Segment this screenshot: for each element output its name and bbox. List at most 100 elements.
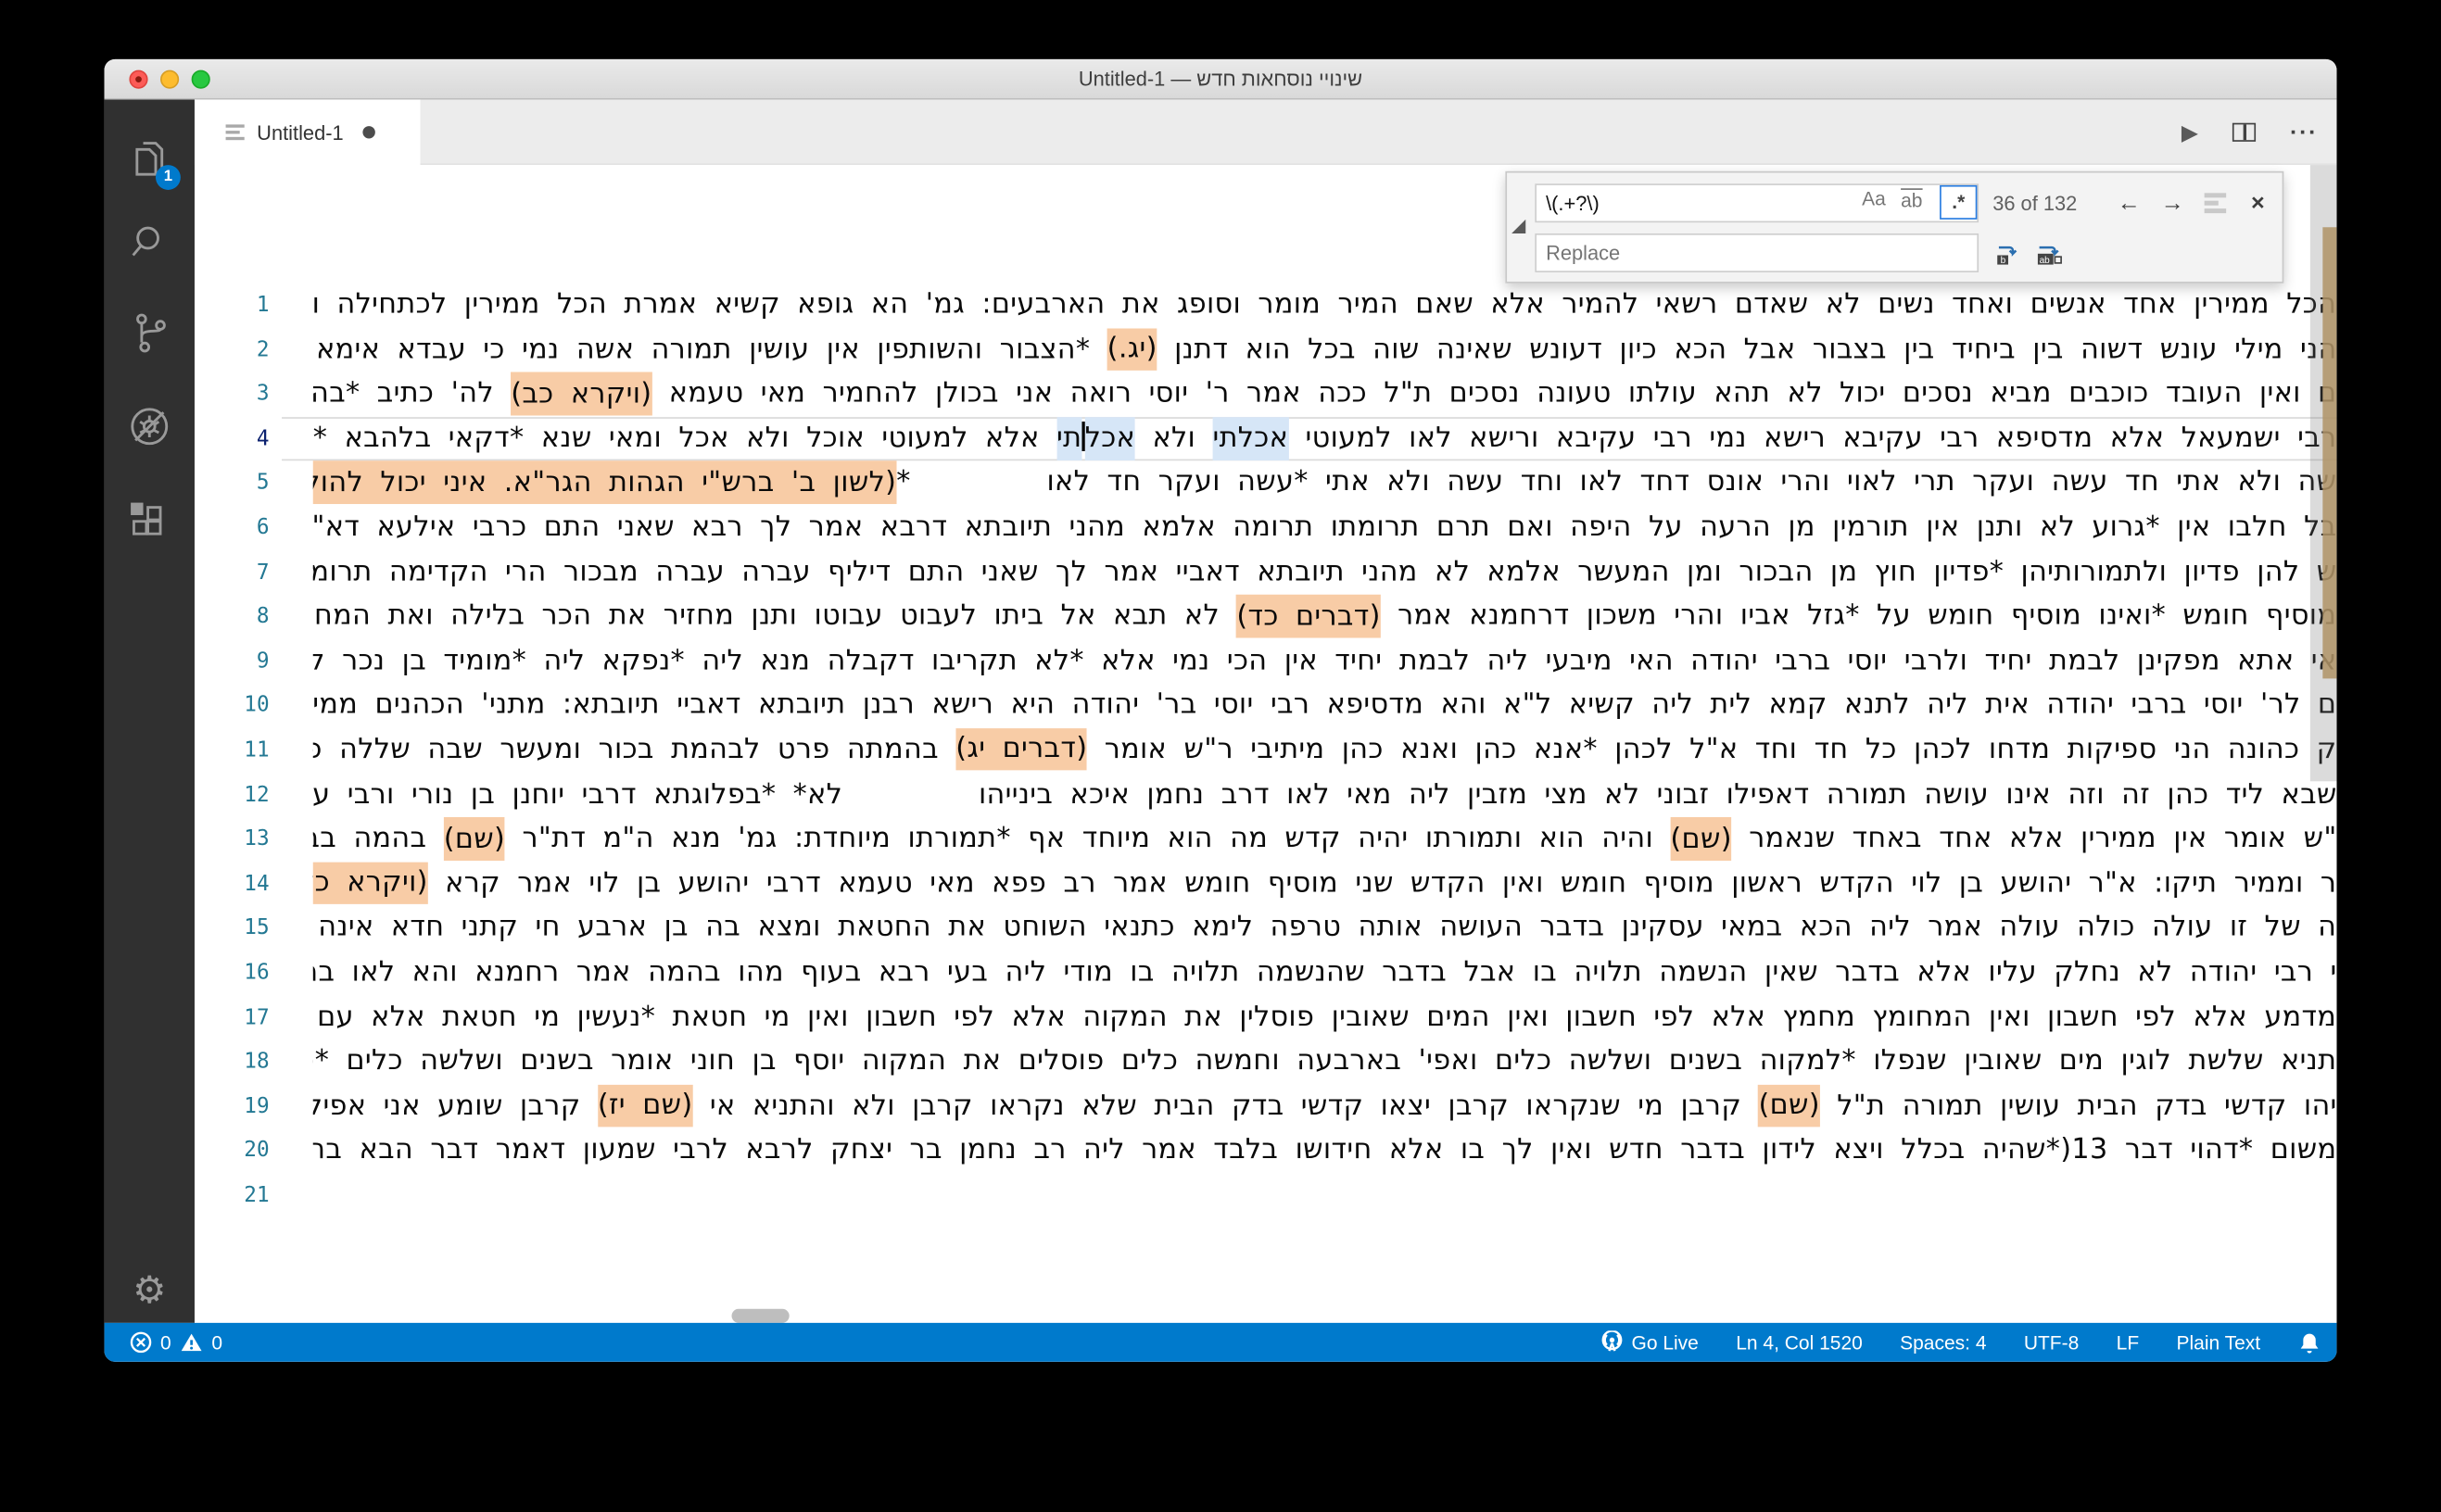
vscode-window: Untitled-1 — שינויי נוסחאות חדש 1 ⚙ Unti… [104,58,2337,1362]
find-widget: Aa ab .* 36 of 132 ← → × b ab [1505,170,2284,284]
next-match-icon[interactable]: → [2161,183,2184,222]
line-number: 16 [244,960,270,986]
match-case-icon[interactable]: Aa [1862,188,1886,210]
code-line[interactable]: משום *דהוי דבר 13(*שהיה בכלל ויצא לידון … [313,1128,2337,1173]
search-icon [132,226,159,257]
code-line[interactable]: ר וממיר תיקו: א"ר יהושע בן לוי הקדש ראשו… [312,862,2337,906]
file-icon [225,124,245,141]
code-line[interactable]: "ש אומר אין ממירין אלא אחד באחד שנאמר (ש… [313,817,2337,862]
more-actions-icon[interactable]: ··· [2290,120,2318,146]
find-results-count: 36 of 132 [1992,191,2078,215]
toggle-replace-icon[interactable] [1511,219,1526,233]
line-number: 3 [256,381,270,407]
editor[interactable]: 1 2 3 4 5 6 7 8 9 10 11 12 13 14 15 16 17 18 19 20 21 הכל ממ… [194,165,2337,1323]
zoom-window-button[interactable] [191,69,210,89]
find-in-selection-icon[interactable] [2204,193,2227,232]
extensions-icon [131,502,162,536]
svg-text:ab: ab [2040,256,2051,266]
indentation-status[interactable]: Spaces: 4 [1900,1331,1986,1354]
line-number: 14 [244,871,270,897]
line-number: 5 [256,470,270,496]
horizontal-scrollbar[interactable] [731,1308,790,1323]
code-line[interactable] [313,1173,2337,1217]
tab-label: Untitled-1 [257,120,344,145]
replace-input[interactable] [1535,233,1979,272]
sidebar-item-extensions[interactable] [105,488,195,557]
problems-status[interactable]: 0 0 [129,1330,222,1354]
line-number: 21 [244,1182,270,1208]
code-line[interactable]: ם ואין העובד כוכבים מביא נסכים יכול לא ת… [313,372,2337,417]
notifications-bell-icon[interactable] [2297,1329,2321,1354]
line-number: 13 [244,826,270,852]
error-icon [130,1331,152,1354]
replace-all-icon[interactable]: ab [2033,238,2065,270]
code-line[interactable]: רבי ישמעאל אלא מדסיפא רבי עקיבא רישא נמי… [313,416,2337,461]
line-number: 7 [256,560,270,585]
error-count: 0 [160,1331,171,1354]
close-find-icon[interactable]: × [2251,183,2265,222]
modified-indicator[interactable] [361,126,375,139]
regex-icon[interactable]: .* [1940,184,1978,220]
code-line[interactable]: ם לר' יוסי ברבי יהודה אית ליה לתנא קמא ל… [313,684,2337,728]
warning-count: 0 [211,1331,223,1354]
code-line[interactable]: אי אתא מפקינן לבמת יחיד ולרבי יוסי ברבי … [313,639,2337,684]
activity-bar: 1 ⚙ [104,99,195,1323]
warning-icon [181,1333,202,1352]
cursor-position-status[interactable]: Ln 4, Col 1520 [1736,1331,1863,1354]
line-number: 1 [256,292,270,318]
code-line[interactable]: שה ולא אתי חד עשה ועקר תרי לאוי והרי אונ… [312,460,2337,506]
line-number-gutter: 1 2 3 4 5 6 7 8 9 10 11 12 13 14 15 16 17 18 19 20 21 [195,284,270,1218]
title-bar: Untitled-1 — שינויי נוסחאות חדש [104,58,2337,100]
line-number: 15 [244,915,270,941]
settings-gear-icon[interactable]: ⚙ [105,1268,195,1314]
svg-text:b: b [2001,256,2006,266]
window-title: Untitled-1 — שינויי נוסחאות חדש [1078,67,1363,91]
source-control-icon [136,313,166,353]
line-number: 18 [244,1049,270,1075]
go-live-button[interactable]: Go Live [1600,1330,1699,1354]
sidebar-item-source-control[interactable] [105,299,195,368]
code-line[interactable]: שבא ליד כהן זה וזה אינו עושה תמורה דאפיל… [313,773,2337,817]
editor-actions: ▶ ··· [2182,100,2318,166]
line-number: 11 [244,737,270,763]
run-button[interactable]: ▶ [2182,120,2198,146]
code-line[interactable]: יהו קדשי בדק הבית עושין תמורה ת"ל (שם) ק… [313,1084,2337,1128]
line-number: 4 [256,425,270,451]
code-line[interactable]: הכל ממירין אחד אנשים ואחד נשים לא שאדם ר… [313,284,2337,328]
traffic-lights [129,69,210,89]
whole-word-icon[interactable]: ab [1901,188,1923,211]
code-line[interactable]: ק כהונה הני ספיקות מדחו לכהן כל חד וחד א… [313,728,2337,773]
tab-untitled-1[interactable]: Untitled-1 [194,99,421,166]
broadcast-icon [1601,1330,1623,1352]
sidebar-item-explorer[interactable]: 1 [105,124,195,193]
sidebar-item-search[interactable] [105,208,195,277]
code-line[interactable]: הני מילי עונש דשוה בין ביחיד בין בצבור א… [313,327,2337,372]
split-editor-icon[interactable] [2232,122,2257,142]
explorer-badge: 1 [155,165,181,190]
line-number: 9 [256,649,270,674]
previous-match-icon[interactable]: ← [2118,183,2141,222]
eol-status[interactable]: LF [2117,1331,2140,1354]
replace-icon[interactable]: b [1992,238,2024,270]
code-line[interactable]: י רבי יהודה לא נחלק עליו אלא בדבר שאין ה… [313,951,2337,995]
language-mode-status[interactable]: Plain Text [2176,1331,2260,1354]
line-number: 8 [256,604,270,629]
close-window-button[interactable] [129,69,148,89]
line-number: 10 [244,693,270,718]
debug-icon [131,408,169,446]
minimize-window-button[interactable] [160,69,180,89]
code-line[interactable]: מוסיף חומש *ואינו מוסיף חומש על *גזל אבי… [313,594,2337,639]
code-line[interactable]: ש להן פדיון ולתמורותיהן *פדיון חוץ מן הב… [313,550,2337,595]
line-number: 17 [244,1004,270,1030]
vertical-scrollbar[interactable] [2309,165,2337,782]
screen: Untitled-1 — שינויי נוסחאות חדש 1 ⚙ Unti… [0,0,2441,1512]
encoding-status[interactable]: UTF-8 [2024,1331,2080,1354]
code-line[interactable]: בל חלבו אין *גרוע לא ותנן אין תורמין מן … [313,506,2337,550]
code-line[interactable]: ה של זו עולה כולה עולה אמר ליה הכא במאי … [313,906,2337,951]
editor-lines: הכל ממירין אחד אנשים ואחד נשים לא שאדם ר… [312,284,2337,1218]
code-line[interactable]: מדמע אלא לפי חשבון ואין המחומץ מחמץ אלא … [313,995,2337,1040]
sidebar-item-debug[interactable] [105,392,195,460]
line-number: 2 [256,336,270,362]
line-number: 19 [244,1093,270,1119]
code-line[interactable]: תניא שלשת לוגין מים שאובין שנפלו *למקוה … [313,1040,2337,1084]
